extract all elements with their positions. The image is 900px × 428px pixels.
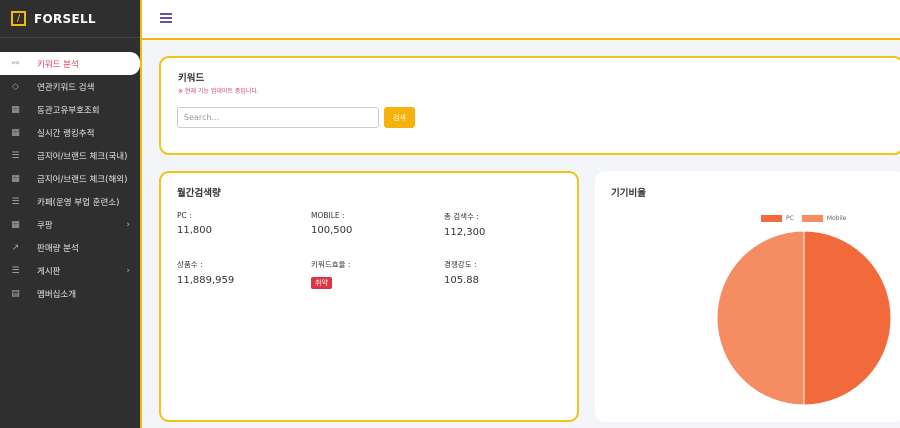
device-pie-chart (716, 230, 892, 406)
stat-efficiency-label: 키워드효율 : (311, 260, 351, 269)
sidebar-item[interactable]: ⚯ 키워드 분석 (0, 52, 140, 75)
sidebar: / FORSELL ⚯ 키워드 분석 ◇ 연관키워드 검색 ▦ 동관고유부호조회 ▦ 실시간 … (0, 0, 142, 428)
search-input[interactable] (177, 107, 379, 128)
sidebar-item[interactable]: ☰ 게시판 › (0, 259, 140, 282)
keyword-title: 키워드 (178, 73, 205, 84)
monthly-volume-card: 월간검색량 PC : 11,800 MOBILE : 100,500 총 검색수… (159, 171, 579, 422)
stat-competition-value: 105.88 (444, 275, 479, 286)
sidebar-item-label: 금지어/브랜드 체크(국내) (37, 151, 128, 162)
stat-products: 상품수 : 11,889,959 (177, 259, 234, 286)
chevron-right-icon: › (126, 265, 130, 276)
pie-slice-mobile[interactable] (716, 230, 805, 406)
sidebar-item[interactable]: ▦ 실시간 랭킹추적 (0, 121, 140, 144)
list-icon: ☰ (11, 265, 20, 276)
sidebar-item-label: 쿠팡 (37, 220, 53, 231)
stat-total-label: 총 검색수 : (444, 212, 479, 221)
grid-icon: ▦ (11, 127, 20, 138)
sidebar-item[interactable]: ▦ 쿠팡 › (0, 213, 140, 236)
stat-competition: 경쟁강도 : 105.88 (444, 259, 479, 286)
legend-label-mobile: Mobile (826, 215, 847, 222)
link-icon: ⚯ (11, 58, 20, 69)
list-icon: ☰ (11, 196, 20, 207)
grid-icon: ▦ (11, 104, 20, 115)
keyword-card: 키워드 ※ 현재 기능 업데이트 중입니다. 검색 (159, 56, 900, 155)
chart-icon: ↗ (11, 242, 20, 253)
chevron-right-icon: › (126, 219, 130, 230)
legend-item-mobile[interactable]: Mobile (801, 215, 847, 222)
sidebar-item-label: 판매량 분석 (37, 243, 79, 254)
brand-logo-icon: / (11, 11, 26, 26)
grid-icon: ▦ (11, 219, 20, 230)
stat-competition-label: 경쟁강도 : (444, 260, 477, 269)
stat-pc-label: PC : (177, 211, 192, 220)
topbar (142, 0, 900, 40)
stat-products-label: 상품수 : (177, 260, 203, 269)
sidebar-item-label: 게시판 (37, 266, 61, 277)
stat-mobile: MOBILE : 100,500 (311, 211, 352, 236)
sidebar-item[interactable]: ↗ 판매량 분석 (0, 236, 140, 259)
update-notice: ※ 현재 기능 업데이트 중입니다. (178, 88, 259, 95)
device-ratio-card: 기기비율 PC Mobile (595, 171, 900, 422)
stat-total-value: 112,300 (444, 227, 486, 238)
sidebar-item[interactable]: ▤ 멤버십소개 (0, 282, 140, 305)
efficiency-badge: 취약 (311, 277, 332, 289)
sidebar-item-label: 키워드 분석 (37, 59, 79, 70)
search-button[interactable]: 검색 (384, 107, 415, 128)
sidebar-item[interactable]: ▦ 금지어/브랜드 체크(해외) (0, 167, 140, 190)
sidebar-item[interactable]: ☰ 카페(운영 부업 훈련소) (0, 190, 140, 213)
sidebar-item-label: 멤버십소개 (37, 289, 77, 300)
legend-swatch-pc (761, 215, 782, 222)
legend-label-pc: PC (786, 215, 794, 222)
sidebar-item[interactable]: ◇ 연관키워드 검색 (0, 75, 140, 98)
sidebar-item[interactable]: ☰ 금지어/브랜드 체크(국내) (0, 144, 140, 167)
sidebar-item-label: 카페(운영 부업 훈련소) (37, 197, 120, 208)
stat-pc: PC : 11,800 (177, 211, 212, 236)
stat-products-value: 11,889,959 (177, 275, 235, 286)
hamburger-menu-icon[interactable] (160, 13, 172, 23)
brand[interactable]: / FORSELL (0, 0, 140, 38)
sidebar-item-label: 연관키워드 검색 (37, 82, 95, 93)
legend-item-pc[interactable]: PC (761, 215, 794, 222)
brand-name: FORSELL (34, 11, 96, 26)
stat-total: 총 검색수 : 112,300 (444, 211, 485, 238)
pie-slice-pc[interactable] (803, 230, 892, 406)
chart-legend: PC Mobile (761, 215, 855, 222)
legend-swatch-mobile (801, 215, 823, 222)
sidebar-item[interactable]: ▦ 동관고유부호조회 (0, 98, 140, 121)
sidebar-item-label: 금지어/브랜드 체크(해외) (37, 174, 128, 185)
list-icon: ☰ (11, 150, 20, 161)
stat-mobile-value: 100,500 (311, 225, 353, 236)
device-ratio-title: 기기비율 (611, 188, 646, 199)
sidebar-item-label: 동관고유부호조회 (37, 105, 100, 116)
sidebar-item-label: 실시간 랭킹추적 (37, 128, 95, 139)
tag-icon: ◇ (12, 81, 19, 92)
stat-mobile-label: MOBILE : (311, 211, 345, 220)
stat-pc-value: 11,800 (177, 225, 212, 236)
sidebar-menu: ⚯ 키워드 분석 ◇ 연관키워드 검색 ▦ 동관고유부호조회 ▦ 실시간 랭킹추적 ☰ 금지어/브… (0, 52, 140, 305)
stat-efficiency: 키워드효율 : 취약 (311, 259, 350, 289)
document-icon: ▤ (11, 288, 20, 299)
monthly-volume-title: 월간검색량 (177, 188, 221, 199)
grid-icon: ▦ (11, 173, 20, 184)
